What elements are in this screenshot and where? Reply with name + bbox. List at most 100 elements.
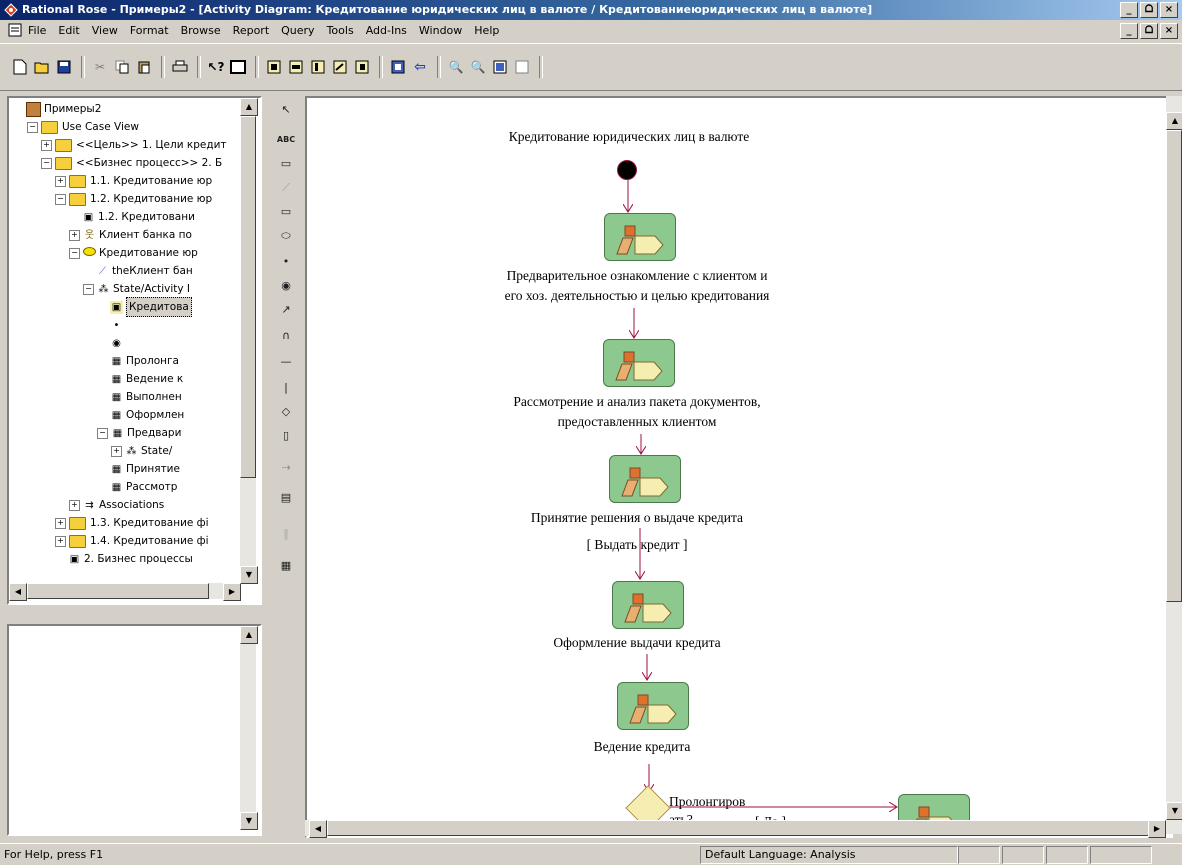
menu-browse[interactable]: Browse	[181, 24, 221, 37]
start-state-icon[interactable]: •	[275, 252, 297, 272]
expand-icon[interactable]: +	[69, 229, 80, 241]
scroll-left-button[interactable]: ◀	[9, 583, 27, 601]
state-icon[interactable]: ▭	[275, 202, 297, 222]
tree-node[interactable]: ▣ 2. Бизнес процессы	[55, 550, 193, 568]
menu-add-ins[interactable]: Add-Ins	[366, 24, 407, 37]
class-diagram-icon[interactable]	[264, 57, 284, 77]
expand-icon[interactable]: +	[69, 499, 80, 511]
tree-node[interactable]: + <<Цель>> 1. Цели кредит	[41, 136, 227, 154]
doc-vertical-scrollbar[interactable]: ▲ ▼	[240, 626, 258, 830]
fit-in-window-icon[interactable]	[490, 57, 510, 77]
paste-icon[interactable]	[134, 57, 154, 77]
decision-icon[interactable]: ◇	[275, 402, 297, 422]
collapse-icon[interactable]: −	[55, 193, 66, 205]
activity-review-documents[interactable]	[603, 339, 675, 387]
browse-parent-icon[interactable]	[388, 57, 408, 77]
tree-node[interactable]: + 웃 Клиент банка по	[69, 226, 192, 244]
activity-preliminary-acquaintance[interactable]	[604, 213, 676, 261]
back-arrow-icon[interactable]: ⇦	[410, 57, 430, 77]
tree-node[interactable]: +1.1. Кредитование юр	[55, 172, 212, 190]
object-icon[interactable]: ▯	[275, 426, 297, 446]
component-diagram-icon[interactable]	[352, 57, 372, 77]
activity-credit-decision[interactable]	[609, 455, 681, 503]
transition-to-self-icon[interactable]: ∩	[275, 326, 297, 346]
tree-node[interactable]: Примеры2	[13, 100, 101, 118]
menu-format[interactable]: Format	[130, 24, 169, 37]
collapse-icon[interactable]: −	[97, 427, 108, 439]
object-flow-icon[interactable]: ⇢	[275, 458, 297, 478]
menu-report[interactable]: Report	[233, 24, 269, 37]
menu-tools[interactable]: Tools	[327, 24, 354, 37]
tree-node[interactable]: − <<Бизнес процесс>> 2. Б	[41, 154, 222, 172]
print-icon[interactable]	[170, 57, 190, 77]
browser-vertical-scrollbar[interactable]: ▲ ▼	[240, 98, 258, 584]
save-icon[interactable]	[54, 57, 74, 77]
browser-horizontal-scrollbar[interactable]: ◀ ▶	[9, 583, 241, 601]
doc-close-button[interactable]: ×	[1160, 23, 1178, 39]
tree-node[interactable]: − ⁂ State/Activity I	[83, 280, 190, 298]
selection-arrow-icon[interactable]: ↖	[275, 100, 297, 120]
tree-node[interactable]: ▦ Оформлен	[97, 406, 185, 424]
h-scroll-thumb[interactable]	[27, 583, 209, 599]
context-help-icon[interactable]: ↖?	[206, 57, 226, 77]
scroll-up-button[interactable]: ▲	[240, 98, 258, 116]
expand-icon[interactable]: +	[111, 445, 122, 457]
sequence-diagram-icon[interactable]	[308, 57, 328, 77]
activity-credit-registration[interactable]	[612, 581, 684, 629]
start-state[interactable]	[617, 160, 637, 180]
cut-icon[interactable]: ✂	[90, 57, 110, 77]
copy-icon[interactable]	[112, 57, 132, 77]
doc-minimize-button[interactable]: _	[1120, 23, 1138, 39]
new-file-icon[interactable]	[10, 57, 30, 77]
collapse-icon[interactable]: −	[69, 247, 80, 259]
tree-node[interactable]: ▦ Рассмотр	[97, 478, 178, 496]
horizontal-sync-icon[interactable]: —	[275, 352, 297, 372]
tree-node[interactable]: ▦ Ведение к	[97, 370, 183, 388]
restore-button[interactable]: ᗝ	[1140, 2, 1158, 18]
tree-node[interactable]: ⟋ theКлиент бан	[83, 262, 193, 280]
diagram-vertical-scrollbar[interactable]: ▲ ▼	[1166, 96, 1182, 834]
tree-node[interactable]: +1.4. Кредитование фі	[55, 532, 209, 550]
use-case-diagram-icon[interactable]	[286, 57, 306, 77]
anchor-note-icon[interactable]: ⟋	[275, 178, 297, 198]
collaboration-diagram-icon[interactable]	[330, 57, 350, 77]
expand-icon[interactable]: +	[41, 139, 52, 151]
collapse-icon[interactable]: −	[41, 157, 52, 169]
text-box-icon[interactable]: ABC	[275, 130, 297, 150]
tree-node[interactable]: + ⁂ State/	[111, 442, 172, 460]
tree-node[interactable]: ▣ 1.2. Кредитовани	[69, 208, 195, 226]
tree-node[interactable]: + ⇉ Associations	[69, 496, 164, 514]
tree-node[interactable]: ▦ Пролонга	[97, 352, 179, 370]
tree-node[interactable]: •	[97, 316, 126, 334]
menu-window[interactable]: Window	[419, 24, 462, 37]
undo-fit-icon[interactable]	[512, 57, 532, 77]
tree-node[interactable]: − Use Case View	[27, 118, 139, 136]
doc-scroll-down-button[interactable]: ▼	[240, 812, 258, 830]
menu-file[interactable]: File	[28, 24, 46, 37]
tree-node[interactable]: ▦ Принятие	[97, 460, 180, 478]
scroll-right-button[interactable]: ▶	[223, 583, 241, 601]
documentation-panel[interactable]: ▲ ▼	[7, 624, 262, 836]
expand-icon[interactable]: +	[55, 535, 66, 547]
tree-node[interactable]: − 1.2. Кредитование юр	[55, 190, 212, 208]
collapse-icon[interactable]: −	[83, 283, 94, 295]
diagram-scroll-up-button[interactable]: ▲	[1166, 112, 1182, 130]
doc-restore-button[interactable]: ᗝ	[1140, 23, 1158, 39]
scroll-down-button[interactable]: ▼	[240, 566, 258, 584]
document-icon[interactable]	[8, 23, 22, 37]
tree-node[interactable]: ▦ Выполнен	[97, 388, 182, 406]
swimlane-icon[interactable]: ▤	[275, 488, 297, 508]
vertical-sync-icon[interactable]: |	[275, 378, 297, 398]
zoom-in-icon[interactable]: 🔍	[446, 57, 466, 77]
doc-scroll-up-button[interactable]: ▲	[240, 626, 258, 644]
zoom-out-icon[interactable]: 🔍	[468, 57, 488, 77]
activity-credit-management[interactable]	[617, 682, 689, 730]
diagram-scroll-down-button[interactable]: ▼	[1166, 802, 1182, 820]
scroll-thumb[interactable]	[240, 116, 256, 478]
minimize-button[interactable]: _	[1120, 2, 1138, 18]
tree-node[interactable]: − ▦ Предвари	[97, 424, 181, 442]
menu-query[interactable]: Query	[281, 24, 314, 37]
collapse-icon[interactable]: −	[27, 121, 38, 133]
open-folder-icon[interactable]	[32, 57, 52, 77]
diagram-scroll-right-button[interactable]: ▶	[1148, 820, 1166, 838]
